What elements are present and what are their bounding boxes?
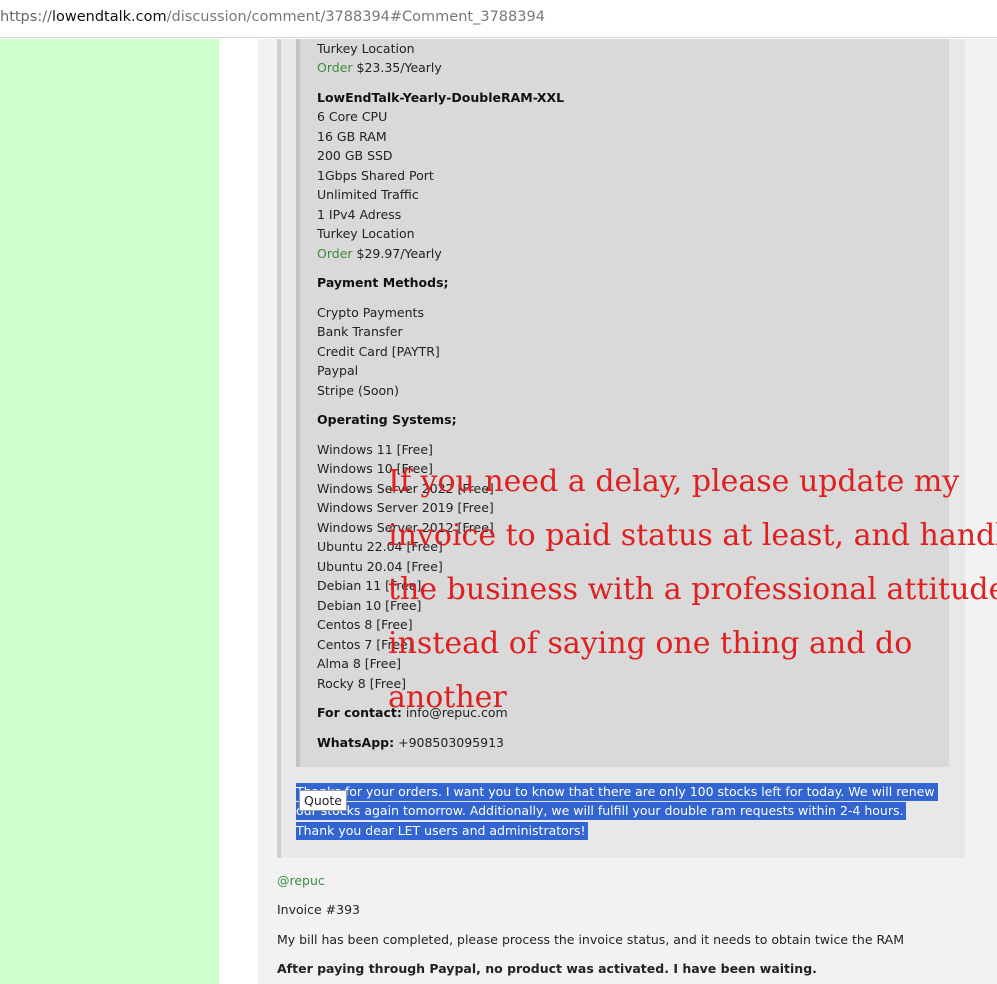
whatsapp-number: +908503095913 [398, 735, 505, 750]
quote-button[interactable]: Quote [299, 790, 347, 811]
plan-prev-price: $23.35/Yearly [356, 60, 442, 75]
order-link[interactable]: Order [317, 246, 353, 261]
reply-invoice: Invoice #393 [277, 902, 360, 917]
payment-item: Credit Card [PAYTR] [317, 344, 440, 359]
os-heading: Operating Systems; [317, 412, 457, 427]
plan-xxl-title: LowEndTalk-Yearly-DoubleRAM-XXL [317, 90, 565, 105]
plan-prev-location: Turkey Location [317, 41, 415, 56]
payment-item: Bank Transfer [317, 324, 403, 339]
plan-xxl-spec: Unlimited Traffic [317, 187, 419, 202]
user-mention: @repuc [277, 873, 325, 888]
plan-xxl-spec: 1Gbps Shared Port [317, 168, 434, 183]
red-annotation-overlay: If you need a delay, please update my in… [388, 455, 997, 725]
plan-xxl-order-row: Order $29.97/Yearly [317, 246, 442, 262]
url-scheme: https:// [0, 9, 52, 25]
selected-text-line[interactable]: our stocks again tomorrow. Additionally,… [296, 802, 907, 820]
selected-text-line[interactable]: Thank you dear LET users and administrat… [296, 822, 589, 840]
reply-body: My bill has been completed, please proce… [277, 932, 904, 947]
url-path: /discussion/comment/3788394#Comment_3788… [166, 9, 545, 25]
payment-item: Paypal [317, 363, 359, 378]
address-bar[interactable]: https://lowendtalk.com/discussion/commen… [0, 0, 997, 38]
annotation-line: invoice to paid status at least, and han… [388, 518, 997, 553]
annotation-line: If you need a delay, please update my [388, 464, 960, 499]
plan-xxl-spec: 6 Core CPU [317, 109, 388, 124]
plan-xxl-price: $29.97/Yearly [356, 246, 442, 261]
plan-xxl-spec: Turkey Location [317, 226, 415, 241]
annotation-line: instead of saying one thing and do [388, 626, 913, 661]
selected-text-line[interactable]: Thanks for your orders. I want you to kn… [296, 783, 938, 801]
left-side-panel [0, 39, 219, 984]
plan-prev-order-row: Order $23.35/Yearly [317, 60, 442, 76]
url-text[interactable]: https://lowendtalk.com/discussion/commen… [0, 9, 545, 25]
url-host: lowendtalk.com [51, 9, 167, 25]
payment-item: Crypto Payments [317, 305, 424, 320]
payment-item: Stripe (Soon) [317, 383, 399, 398]
whatsapp-label: WhatsApp: [317, 735, 395, 750]
reply-bold-line: After paying through Paypal, no product … [277, 961, 817, 976]
plan-xxl-spec: 1 IPv4 Adress [317, 207, 402, 222]
whatsapp-row: WhatsApp: +908503095913 [317, 735, 504, 751]
order-link[interactable]: Order [317, 60, 353, 75]
page-gutter [219, 39, 258, 984]
annotation-line: the business with a professional attitud… [388, 572, 997, 607]
payment-heading: Payment Methods; [317, 275, 449, 290]
annotation-line: another [388, 680, 507, 715]
plan-xxl-spec: 200 GB SSD [317, 148, 393, 163]
plan-xxl-spec: 16 GB RAM [317, 129, 387, 144]
